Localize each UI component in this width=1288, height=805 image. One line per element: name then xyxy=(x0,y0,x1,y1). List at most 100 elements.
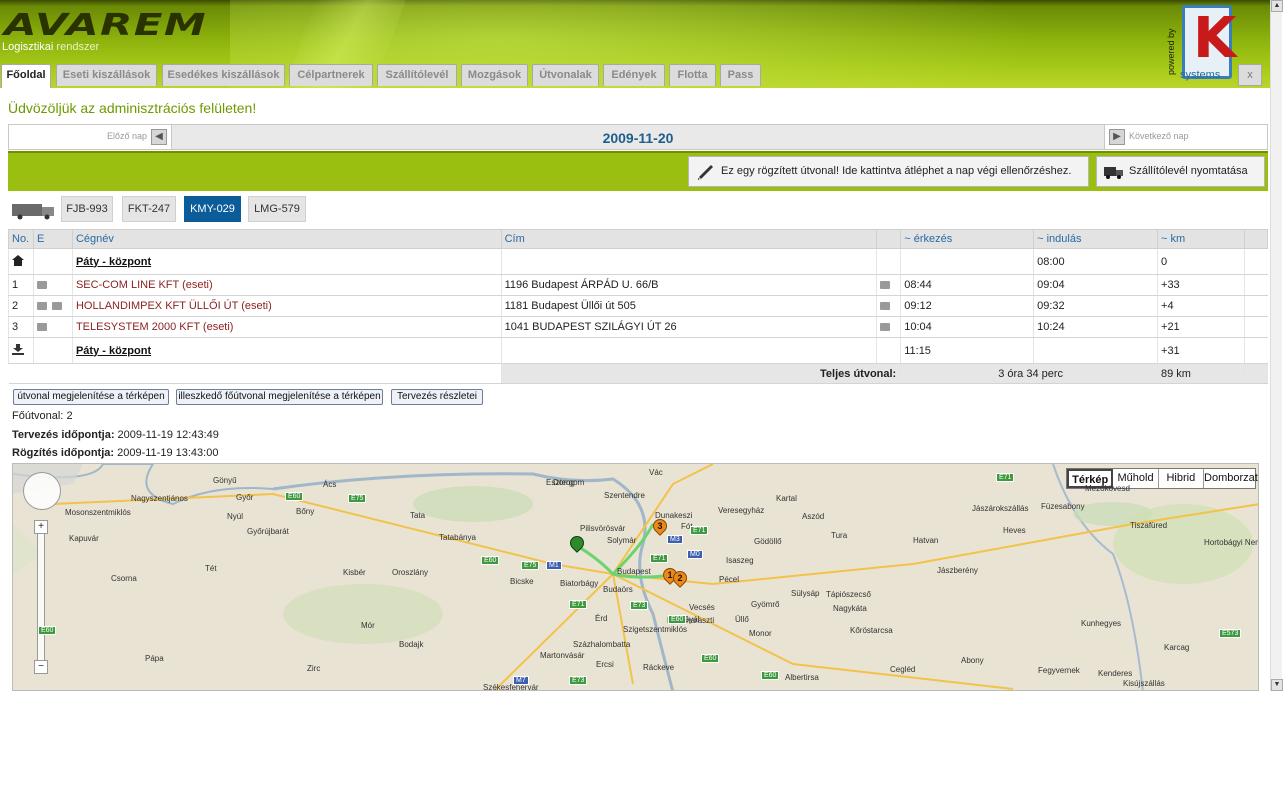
col-header-departure[interactable]: ~ indulás xyxy=(1033,229,1159,249)
tab-szallitolevel[interactable]: Szállítólevél xyxy=(377,64,457,86)
col-header-arrival[interactable]: ~ érkezés xyxy=(900,229,1035,249)
road-number-badge: E60 xyxy=(38,626,57,635)
next-day-button[interactable]: ▶ Következő nap xyxy=(1104,125,1267,149)
truck-small-icon[interactable] xyxy=(880,281,891,290)
road-number-badge: E73 xyxy=(569,676,588,685)
arrow-right-icon[interactable]: ▶ xyxy=(1109,129,1125,145)
row-address: 1196 Budapest ÁRPÁD U. 66/B xyxy=(500,274,877,296)
col-header-e[interactable]: E xyxy=(32,229,73,249)
map-place-label: Veresegyház xyxy=(718,506,765,515)
fixed-route-button[interactable]: Ez egy rögzített útvonal! Ide kattintva … xyxy=(688,156,1089,187)
map-place-label: Oroszlány xyxy=(392,568,429,577)
row-action xyxy=(876,337,901,364)
row-company[interactable]: Páty - központ xyxy=(71,248,502,275)
plan-details-button[interactable]: Tervezés részletei xyxy=(391,389,483,405)
truck-small-icon[interactable] xyxy=(880,302,891,311)
row-company-name[interactable]: SEC-COM LINE KFT (eseti) xyxy=(76,279,213,291)
prev-day-button[interactable]: Előző nap ◀ xyxy=(9,125,172,149)
map-type-hibrid[interactable]: Hibrid xyxy=(1159,469,1205,488)
col-header-no[interactable]: No. xyxy=(8,229,34,249)
truck-button[interactable]: FJB-993 xyxy=(61,196,113,222)
row-company[interactable]: HOLLANDIMPEX KFT ÜLLŐI ÚT (eseti) xyxy=(71,295,502,317)
stop-marker-number: 3 xyxy=(657,521,663,531)
print-waybill-button[interactable]: Szállítólevél nyomtatása xyxy=(1096,156,1265,187)
row-company-name[interactable]: HOLLANDIMPEX KFT ÜLLŐI ÚT (eseti) xyxy=(76,300,272,312)
map-place-label: Üllő xyxy=(735,615,749,624)
truck-small-icon[interactable] xyxy=(880,323,891,332)
row-company[interactable]: Páty - központ xyxy=(71,337,502,364)
row-arrival xyxy=(900,248,1034,275)
road-number-badge: M7 xyxy=(513,676,529,685)
map-place-label: Aszód xyxy=(802,512,825,521)
box-icon[interactable] xyxy=(36,323,47,332)
main-route-value: 2 xyxy=(66,410,73,422)
logo-subtitle-text: rendszer xyxy=(56,41,100,53)
map-place-label: Mosonszentmiklós xyxy=(65,508,131,517)
scroll-up-button[interactable]: ▲ xyxy=(1271,0,1283,12)
page-scrollbar[interactable]: ▲ ▼ xyxy=(1270,0,1283,691)
map-place-label: Ács xyxy=(323,480,337,489)
col-header-km[interactable]: ~ km xyxy=(1157,229,1245,249)
row-company-name[interactable]: Páty - központ xyxy=(76,345,151,357)
plan-time-label: Tervezés időpontja: xyxy=(12,429,115,441)
map-place-label: Győr xyxy=(236,493,254,502)
row-extra xyxy=(1243,295,1268,317)
box-icon[interactable] xyxy=(36,302,47,311)
map-place-label: Tatabánya xyxy=(439,533,476,542)
map-place-label: Tét xyxy=(205,564,217,573)
truck-button[interactable]: LMG-579 xyxy=(248,196,306,222)
map-place-label: Isaszeg xyxy=(726,556,754,565)
scroll-down-button[interactable]: ▼ xyxy=(1271,679,1283,691)
tab-eseti-kiszallasok[interactable]: Eseti kiszállások xyxy=(56,64,157,86)
tab-mozgasok[interactable]: Mozgások xyxy=(461,64,528,86)
map-place-label: Ráckeve xyxy=(643,663,675,672)
zoom-slider[interactable] xyxy=(37,524,45,664)
map-place-label: Bicske xyxy=(510,577,534,586)
arrow-left-icon[interactable]: ◀ xyxy=(151,129,167,145)
tab-edenyek[interactable]: Edények xyxy=(603,64,665,86)
row-action xyxy=(876,295,901,317)
total-km: 89 km xyxy=(1157,363,1245,384)
row-company[interactable]: SEC-COM LINE KFT (eseti) xyxy=(71,274,502,296)
col-header-address[interactable]: Cím xyxy=(500,229,878,249)
close-tab-button[interactable]: x xyxy=(1238,64,1262,86)
pencil-icon xyxy=(698,165,713,180)
table-row: 3 TELESYSTEM 2000 KFT (eseti) 1041 BUDAP… xyxy=(8,316,1268,338)
row-extra xyxy=(1243,337,1268,364)
map-place-label: Gyömrő xyxy=(751,600,780,609)
tab-flotta[interactable]: Flotta xyxy=(669,64,716,86)
route-action-bar: Ez egy rögzített útvonal! Ide kattintva … xyxy=(8,151,1268,191)
box-icon[interactable] xyxy=(36,281,47,290)
stop-marker-number: 2 xyxy=(677,573,683,583)
row-extra xyxy=(1243,274,1268,296)
truck-button-active[interactable]: KMY-029 xyxy=(184,196,241,222)
route-map[interactable]: + − Térkép Műhold Hibrid Domborzat Moson… xyxy=(12,463,1259,691)
tab-esedekes-kiszallasok[interactable]: Esedékes kiszállások xyxy=(162,64,285,86)
table-row: 2 HOLLANDIMPEX KFT ÜLLŐI ÚT (eseti) 1181… xyxy=(8,295,1268,317)
map-place-label: Érd xyxy=(595,614,608,623)
tab-pass[interactable]: Pass xyxy=(720,64,761,86)
tab-celpartnerek[interactable]: Célpartnerek xyxy=(289,64,373,86)
tab-fooldal[interactable]: Főoldal xyxy=(1,64,51,88)
show-fit-route-button[interactable]: illeszkedő főútvonal megjelenítése a tér… xyxy=(176,389,383,405)
map-place-label: Albertirsa xyxy=(785,673,819,682)
col-header-company[interactable]: Cégnév xyxy=(71,229,502,249)
zoom-out-button[interactable]: − xyxy=(34,660,48,674)
row-extra xyxy=(1243,316,1268,338)
tab-utvonalak[interactable]: Útvonalak xyxy=(532,64,599,86)
map-place-label: Kapuvár xyxy=(69,534,99,543)
app-logo[interactable]: AVAREM xyxy=(4,8,207,43)
row-company[interactable]: TELESYSTEM 2000 KFT (eseti) xyxy=(71,316,502,338)
truck-button[interactable]: FKT-247 xyxy=(122,196,176,222)
map-place-label: Győrújbarát xyxy=(247,527,289,536)
zoom-in-button[interactable]: + xyxy=(34,520,48,534)
pan-control[interactable] xyxy=(23,472,61,510)
map-place-label: Füzesabony xyxy=(1041,502,1085,511)
refresh-icon[interactable] xyxy=(51,302,62,311)
map-type-domborzat[interactable]: Domborzat xyxy=(1204,469,1258,488)
row-company-name[interactable]: TELESYSTEM 2000 KFT (eseti) xyxy=(76,321,234,333)
table-row: 1 SEC-COM LINE KFT (eseti) 1196 Budapest… xyxy=(8,274,1268,296)
row-company-name[interactable]: Páty - központ xyxy=(76,256,151,268)
show-route-button[interactable]: útvonal megjelenítése a térképen xyxy=(13,389,169,405)
map-place-label: Százhalombatta xyxy=(573,640,631,649)
